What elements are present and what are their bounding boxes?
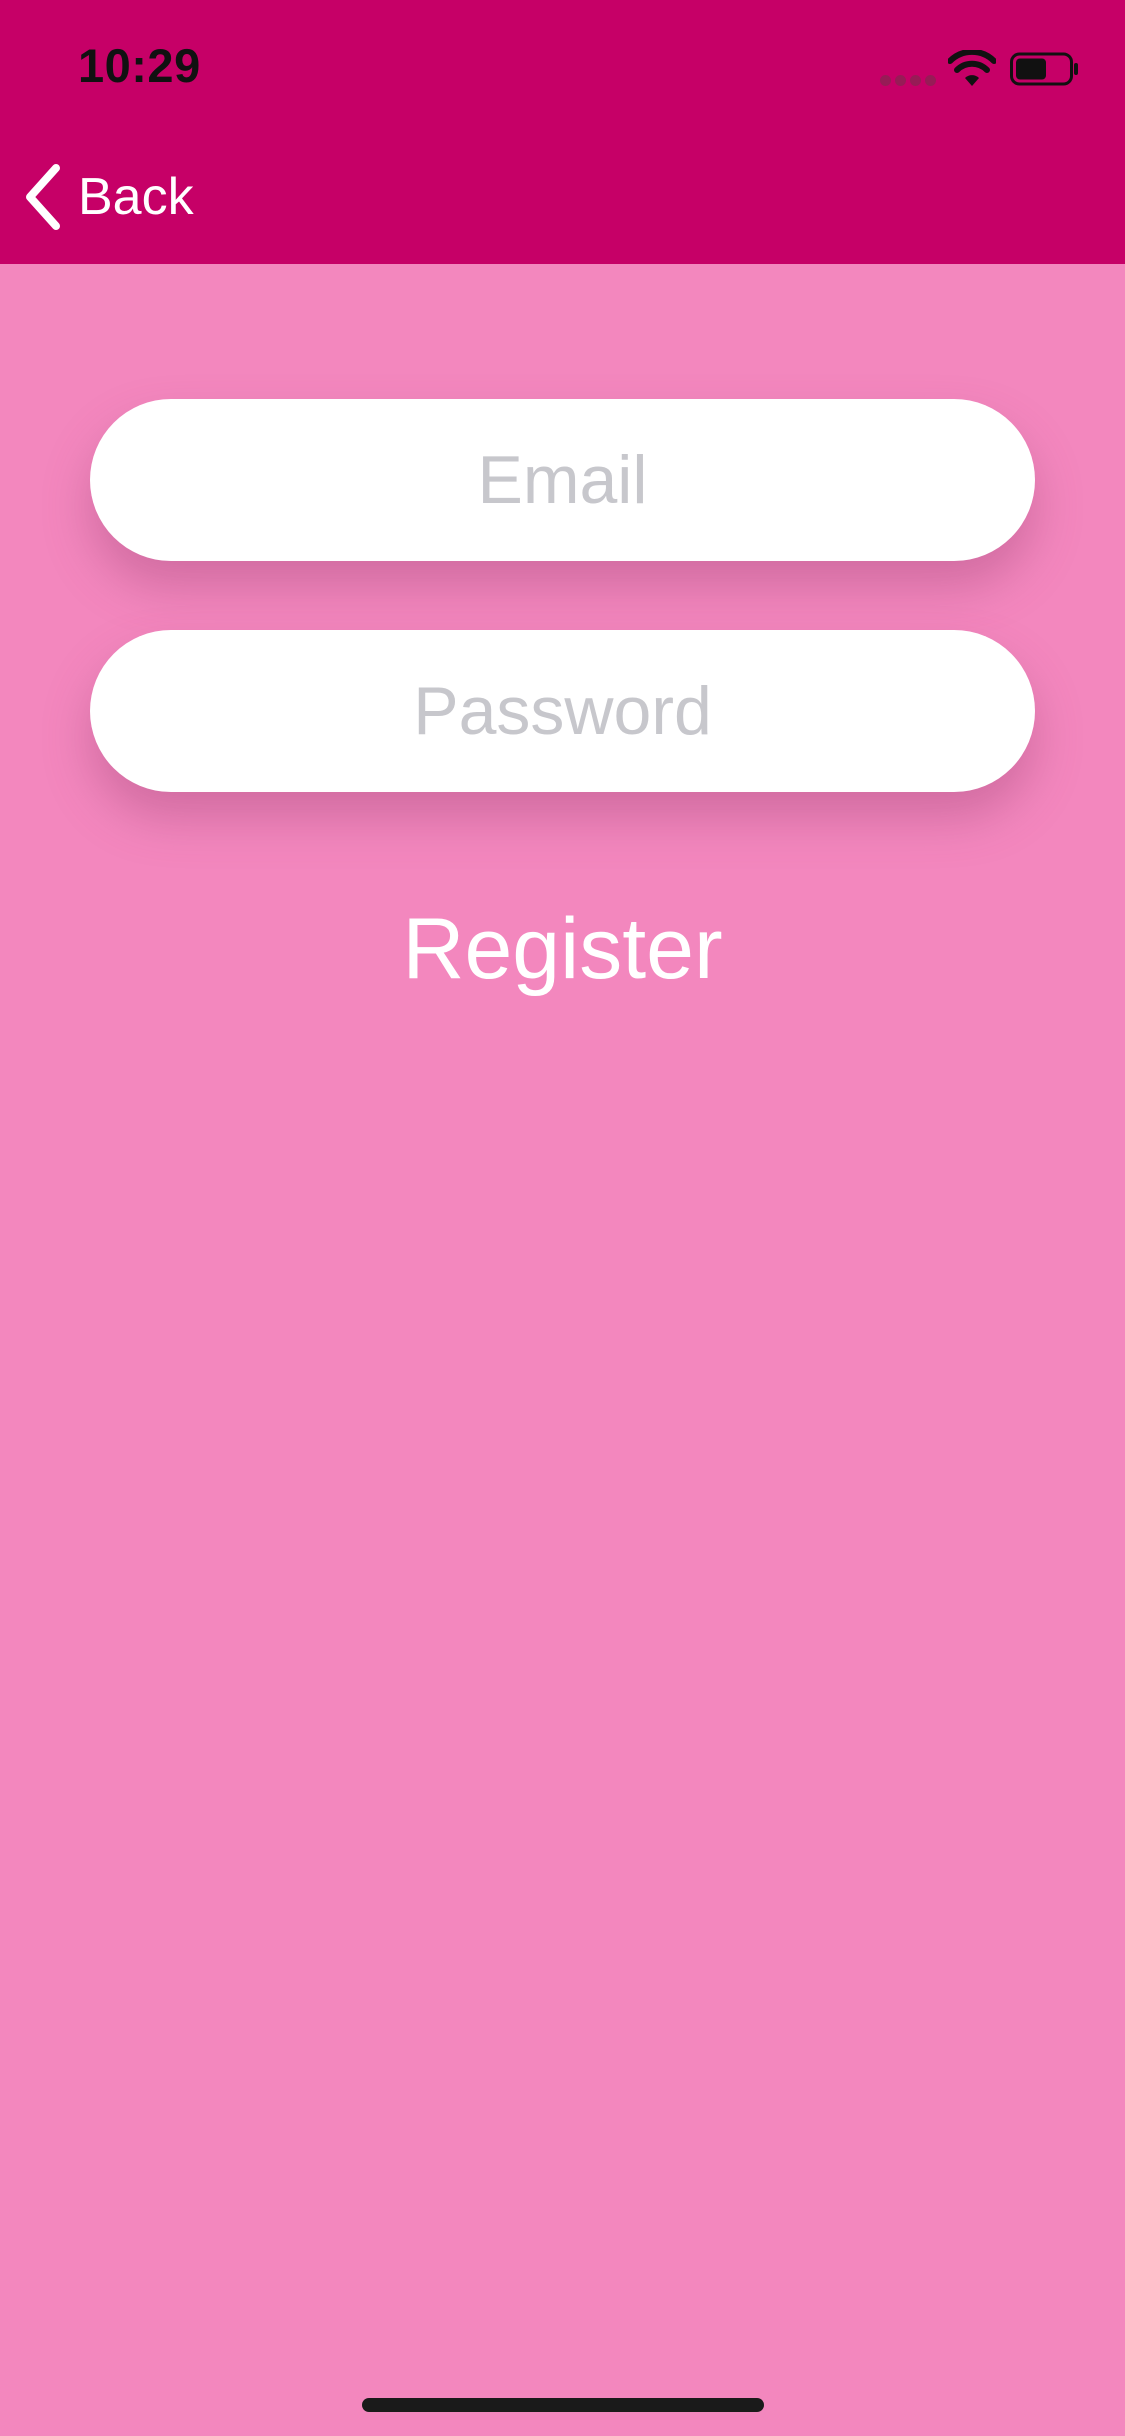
email-field-container <box>90 399 1035 561</box>
register-button[interactable]: Register <box>0 900 1125 999</box>
wifi-icon <box>948 50 996 86</box>
chevron-left-icon <box>26 164 60 230</box>
password-field[interactable] <box>90 671 1035 751</box>
status-time: 10:29 <box>78 39 201 92</box>
navigation-bar: 10:29 Back <box>0 0 1125 264</box>
back-button[interactable]: Back <box>22 162 194 232</box>
password-field-container <box>90 630 1035 792</box>
back-button-label: Back <box>78 168 194 226</box>
home-indicator <box>362 2398 764 2412</box>
battery-icon <box>1010 52 1078 86</box>
email-field[interactable] <box>90 440 1035 520</box>
cellular-signal-icon <box>880 74 936 86</box>
